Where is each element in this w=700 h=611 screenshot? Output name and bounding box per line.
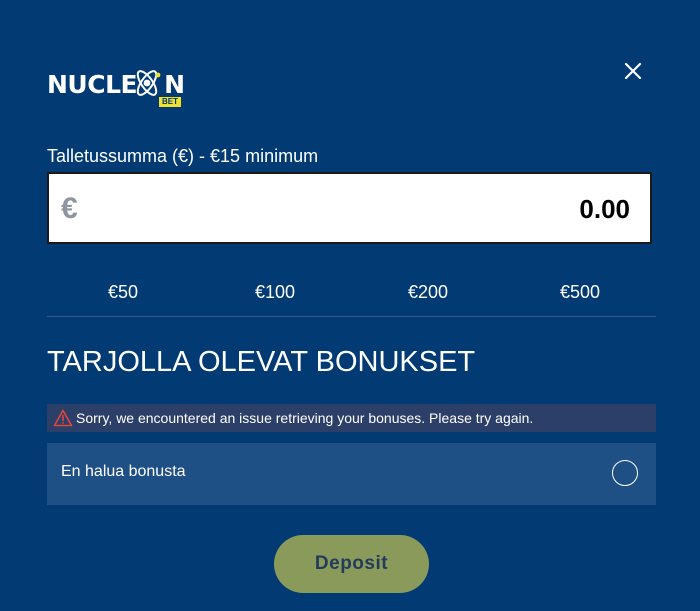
no-bonus-option[interactable]: En halua bonusta [47, 443, 656, 505]
atom-icon [136, 70, 161, 96]
preset-amount-200[interactable]: €200 [352, 282, 504, 303]
deposit-amount-label: Talletussumma (€) - €15 minimum [47, 146, 319, 166]
logo-wordmark: NUCLE N [47, 70, 185, 99]
preset-amount-500[interactable]: €500 [504, 282, 656, 303]
no-bonus-label: En halua bonusta [61, 463, 186, 480]
preset-amount-50[interactable]: €50 [47, 282, 199, 303]
close-icon[interactable] [620, 58, 646, 84]
error-message: Sorry, we encountered an issue retrievin… [76, 410, 534, 426]
deposit-modal: NUCLE N BET Talletussumma (€) - €15 minim… [0, 0, 700, 611]
nucleon-bet-logo: NUCLE N BET [47, 66, 187, 110]
bonus-error-alert: Sorry, we encountered an issue retrievin… [47, 404, 656, 432]
euro-icon: € [61, 192, 78, 225]
logo-badge: BET [159, 97, 181, 107]
bonuses-heading: TARJOLLA OLEVAT BONUKSET [47, 346, 476, 378]
no-bonus-radio[interactable] [612, 460, 638, 486]
preset-amount-100[interactable]: €100 [199, 282, 351, 303]
preset-amounts: €50 €100 €200 €500 [47, 282, 656, 304]
deposit-amount-input[interactable]: € 0.00 [47, 172, 652, 244]
divider [47, 316, 656, 317]
deposit-button[interactable]: Deposit [274, 535, 429, 593]
warning-icon [53, 409, 73, 427]
amount-value: 0.00 [579, 194, 630, 224]
